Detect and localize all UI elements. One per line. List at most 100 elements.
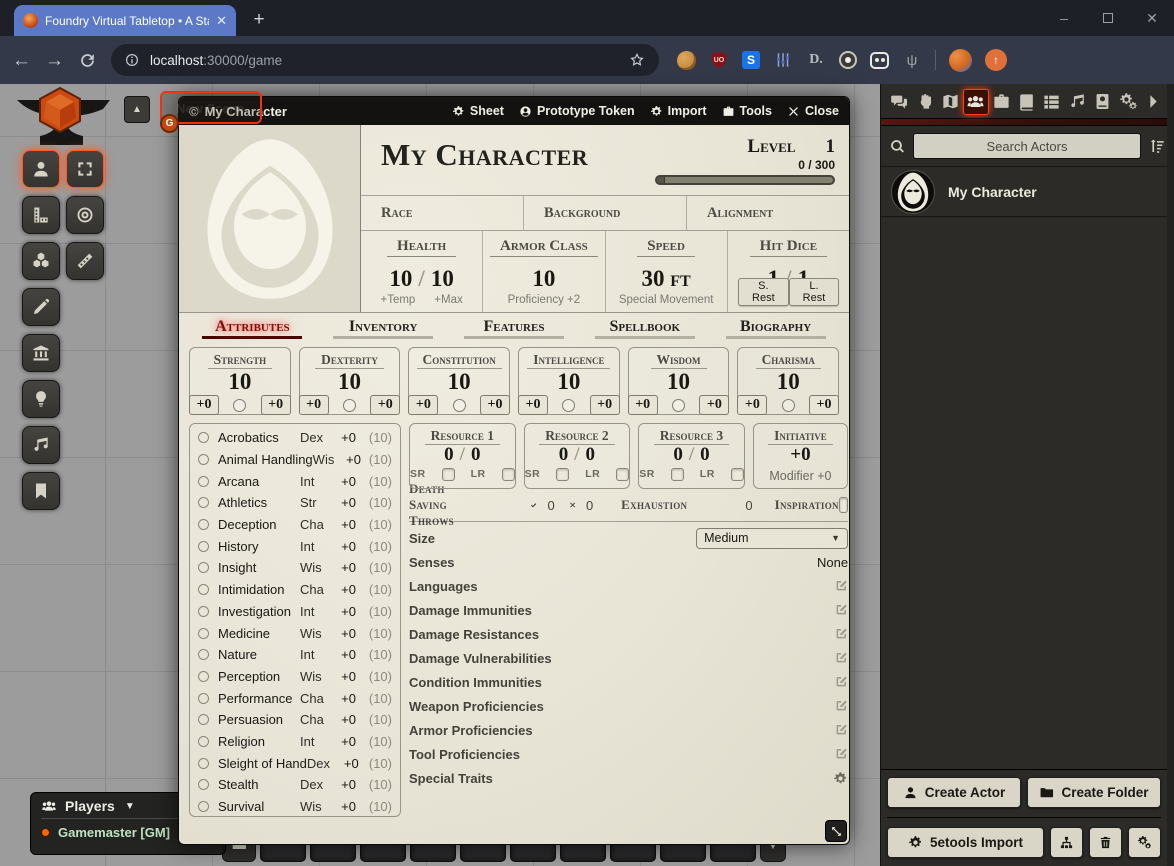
hp-current[interactable]: 10 <box>389 266 412 291</box>
edit-icon[interactable] <box>834 603 848 617</box>
resource-label[interactable]: Resource 1 <box>425 428 500 445</box>
tool-ruler[interactable] <box>66 242 104 280</box>
character-name[interactable]: My Character <box>381 135 588 195</box>
skill-animal-handling[interactable]: Animal HandlingWis+0(10) <box>198 449 392 471</box>
sr-checkbox[interactable] <box>442 468 455 481</box>
tab-inventory[interactable]: Inventory <box>333 318 433 343</box>
skill-proficiency-radio[interactable] <box>198 454 209 465</box>
death-success-count[interactable]: 0 <box>547 498 554 513</box>
sidebar-tab-th-list[interactable] <box>1039 89 1064 115</box>
sliders-extension-icon[interactable] <box>773 50 793 70</box>
skill-proficiency-radio[interactable] <box>198 562 209 573</box>
resource-label[interactable]: Resource 2 <box>539 428 614 445</box>
initiative-block[interactable]: Initiative+0Modifier +0 <box>753 423 848 489</box>
death-fail-icon[interactable] <box>569 498 576 512</box>
control-user-token[interactable] <box>22 150 60 188</box>
control-music[interactable] <box>22 426 60 464</box>
ability-save[interactable]: +0 <box>370 395 400 415</box>
skill-sleight-of-hand[interactable]: Sleight of HandDex+0(10) <box>198 752 392 774</box>
ability-constitution[interactable]: Constitution10+0+0 <box>408 347 510 415</box>
window-titlebar[interactable]: © My Character SheetPrototype TokenImpor… <box>179 97 849 125</box>
ability-modifier[interactable]: +0 <box>408 395 438 415</box>
sr-checkbox[interactable] <box>556 468 569 481</box>
ability-modifier[interactable]: +0 <box>518 395 548 415</box>
ability-charisma[interactable]: Charisma10+0+0 <box>737 347 839 415</box>
ability-strength[interactable]: Strength10+0+0 <box>189 347 291 415</box>
sidebar-tab-map[interactable] <box>938 89 963 115</box>
skill-religion[interactable]: ReligionInt+0(10) <box>198 731 392 753</box>
sr-checkbox[interactable] <box>671 468 684 481</box>
sidebar-tab-journal[interactable] <box>1090 89 1115 115</box>
skill-proficiency-radio[interactable] <box>198 584 209 595</box>
race-field[interactable]: Race <box>361 196 524 230</box>
resource-2[interactable]: Resource 20/0SRLR <box>524 423 631 489</box>
gear-icon[interactable] <box>833 771 848 786</box>
tab-biography[interactable]: Biography <box>726 318 826 343</box>
skill-nature[interactable]: NatureInt+0(10) <box>198 644 392 666</box>
special-movement-label[interactable]: Special Movement <box>619 294 714 306</box>
skill-proficiency-radio[interactable] <box>198 801 209 812</box>
tab-spellbook[interactable]: Spellbook <box>595 318 695 343</box>
skill-survival[interactable]: SurvivalWis+0(10) <box>198 796 392 818</box>
edit-icon[interactable] <box>834 579 848 593</box>
resource-label[interactable]: Resource 3 <box>654 428 729 445</box>
ability-save[interactable]: +0 <box>590 395 620 415</box>
tool-expand[interactable] <box>66 150 104 188</box>
skill-proficiency-radio[interactable] <box>198 606 209 617</box>
trident-extension-icon[interactable]: ψ <box>902 50 922 70</box>
long-rest-button[interactable]: L. Rest <box>789 278 839 306</box>
sidebar-tab-book[interactable] <box>1014 89 1039 115</box>
level-value[interactable]: 1 <box>826 137 836 156</box>
skill-athletics[interactable]: AthleticsStr+0(10) <box>198 492 392 514</box>
5etools-import-button[interactable]: 5etools Import <box>887 827 1044 858</box>
header-button-prototype-token[interactable]: Prototype Token <box>519 104 635 118</box>
lr-checkbox[interactable] <box>616 468 629 481</box>
maximize-icon[interactable] <box>1086 10 1130 26</box>
alignment-field[interactable]: Alignment <box>687 196 849 230</box>
skill-stealth[interactable]: StealthDex+0(10) <box>198 774 392 796</box>
resource-3[interactable]: Resource 30/0SRLR <box>638 423 745 489</box>
short-rest-button[interactable]: S. Rest <box>738 278 789 306</box>
skill-acrobatics[interactable]: AcrobaticsDex+0(10) <box>198 427 392 449</box>
lr-checkbox[interactable] <box>502 468 515 481</box>
edit-icon[interactable] <box>834 627 848 641</box>
skill-perception[interactable]: PerceptionWis+0(10) <box>198 666 392 688</box>
ability-modifier[interactable]: +0 <box>628 395 658 415</box>
ability-save[interactable]: +0 <box>809 395 839 415</box>
hp-tempmax-label[interactable]: +Max <box>434 294 462 306</box>
ability-score[interactable]: 10 <box>519 370 619 393</box>
sidebar-tab-chat[interactable] <box>887 89 912 115</box>
scene-nav-collapse-button[interactable]: ▲ <box>124 96 150 123</box>
ability-modifier[interactable]: +0 <box>737 395 767 415</box>
ability-wisdom[interactable]: Wisdom10+0+0 <box>628 347 730 415</box>
ability-proficiency-radio[interactable] <box>453 399 466 412</box>
skill-proficiency-radio[interactable] <box>198 519 209 530</box>
skill-proficiency-radio[interactable] <box>198 671 209 682</box>
sidebar-tab-chevron-right[interactable] <box>1141 89 1166 115</box>
profile-avatar-extension-icon[interactable] <box>949 49 972 72</box>
skill-medicine[interactable]: MedicineWis+0(10) <box>198 622 392 644</box>
ability-score[interactable]: 10 <box>409 370 509 393</box>
back-icon[interactable]: ← <box>12 51 31 70</box>
actor-list-item[interactable]: My Character <box>881 167 1174 217</box>
ability-save[interactable]: +0 <box>261 395 291 415</box>
bookmark-star-icon[interactable] <box>628 51 646 69</box>
ability-save[interactable]: +0 <box>699 395 729 415</box>
skill-history[interactable]: HistoryInt+0(10) <box>198 535 392 557</box>
ability-proficiency-radio[interactable] <box>233 399 246 412</box>
ability-modifier[interactable]: +0 <box>189 395 219 415</box>
resource-value[interactable]: 0/0 <box>410 445 515 466</box>
window-resize-handle[interactable] <box>825 820 847 842</box>
ac-value[interactable]: 10 <box>483 266 604 292</box>
skill-investigation[interactable]: InvestigationInt+0(10) <box>198 601 392 623</box>
header-button-sheet[interactable]: Sheet <box>452 104 504 118</box>
shield-extension-icon[interactable]: UO <box>709 50 729 70</box>
skill-proficiency-radio[interactable] <box>198 736 209 747</box>
resource-value[interactable]: 0/0 <box>525 445 630 466</box>
edit-icon[interactable] <box>834 651 848 665</box>
sidebar-tab-suitcase[interactable] <box>989 89 1014 115</box>
initiative-modifier[interactable]: Modifier +0 <box>754 469 847 483</box>
resource-value[interactable]: 0/0 <box>639 445 744 466</box>
control-lightbulb[interactable] <box>22 380 60 418</box>
armor-class-block[interactable]: Armor Class 10 Proficiency +2 <box>483 231 605 312</box>
